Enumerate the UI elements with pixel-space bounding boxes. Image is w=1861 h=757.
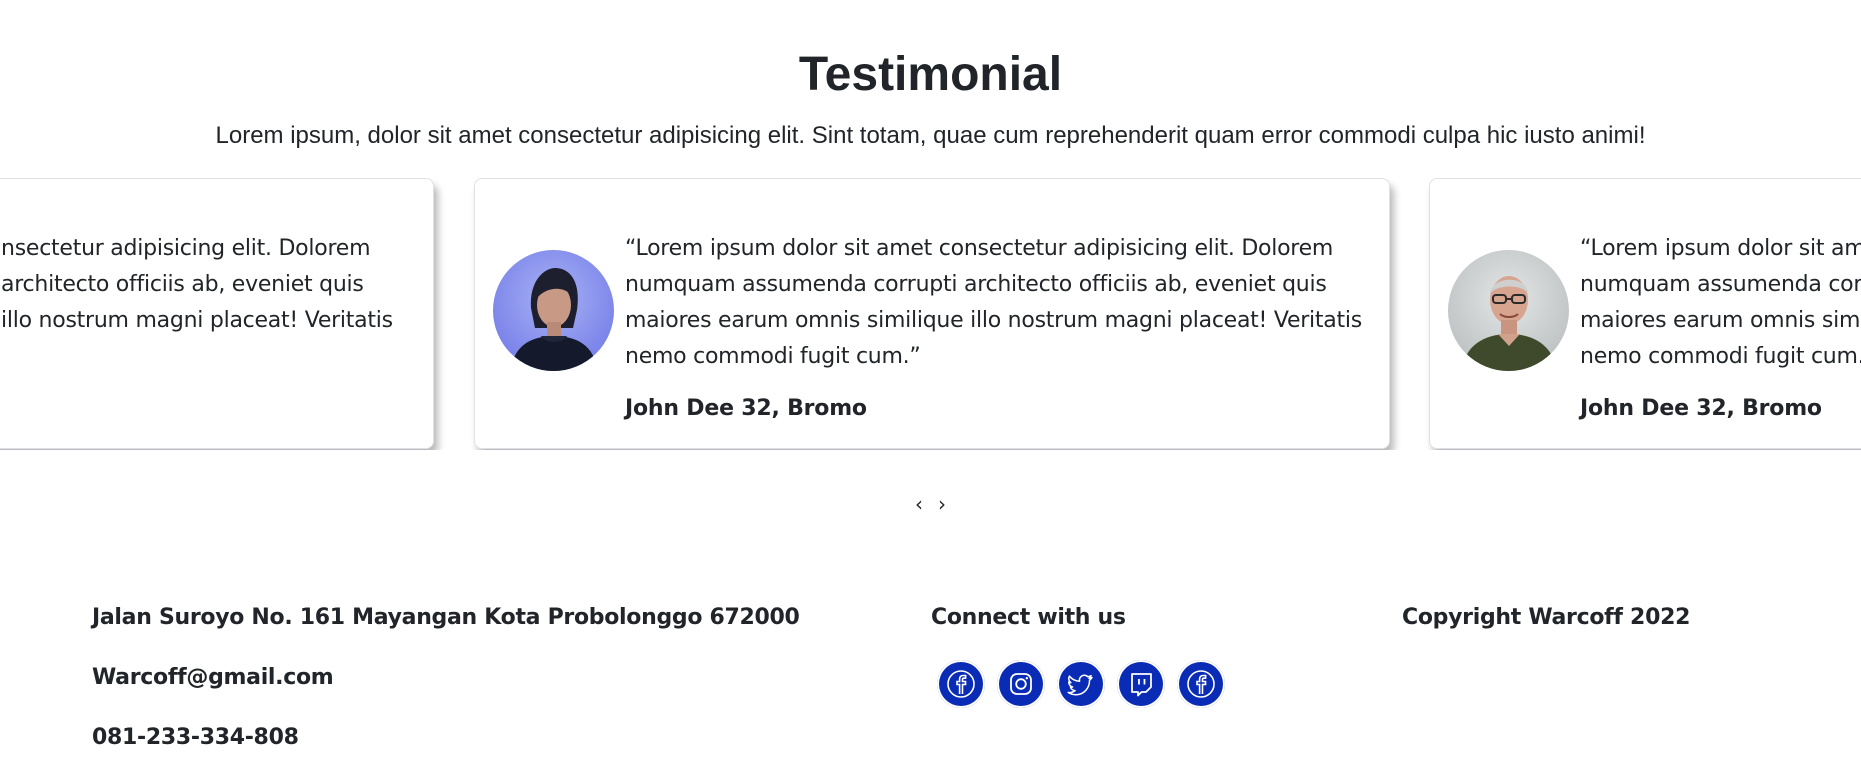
testimonial-carousel: nsectetur adipisicing elit. Dolorem arch…: [0, 178, 1861, 450]
social-links: [937, 660, 1225, 708]
instagram-icon[interactable]: [997, 660, 1045, 708]
avatar-woman: [493, 250, 614, 371]
carousel-prev-button[interactable]: ‹: [912, 492, 926, 516]
section-subtitle: Lorem ipsum, dolor sit amet consectetur …: [215, 122, 1646, 149]
testimonial-card-next: “Lorem ipsum dolor sit ame numquam assum…: [1429, 178, 1861, 449]
avatar-man: [1448, 250, 1569, 371]
footer-phone: 081-233-334-808: [92, 725, 299, 750]
testimonial-author: John Dee 32, Bromo: [1580, 396, 1822, 421]
testimonial-card-previous: nsectetur adipisicing elit. Dolorem arch…: [0, 178, 434, 449]
testimonial-author: John Dee 32, Bromo: [625, 396, 867, 421]
carousel-next-button[interactable]: ›: [935, 492, 949, 516]
testimonial-quote: “Lorem ipsum dolor sit amet consectetur …: [625, 236, 1362, 369]
twitch-icon[interactable]: [1117, 660, 1165, 708]
facebook-icon[interactable]: [937, 660, 985, 708]
section-title: Testimonial: [798, 48, 1063, 101]
connect-heading: Connect with us: [931, 605, 1126, 630]
footer-address: Jalan Suroyo No. 161 Mayangan Kota Probo…: [92, 605, 800, 630]
twitter-icon[interactable]: [1057, 660, 1105, 708]
testimonial-quote: nsectetur adipisicing elit. Dolorem arch…: [1, 236, 393, 333]
testimonial-card-active: “Lorem ipsum dolor sit amet consectetur …: [474, 178, 1390, 449]
footer-email: Warcoff@gmail.com: [92, 665, 334, 690]
footer-copyright: Copyright Warcoff 2022: [1402, 605, 1691, 630]
testimonial-quote: “Lorem ipsum dolor sit ame numquam assum…: [1580, 236, 1861, 369]
facebook-icon[interactable]: [1177, 660, 1225, 708]
